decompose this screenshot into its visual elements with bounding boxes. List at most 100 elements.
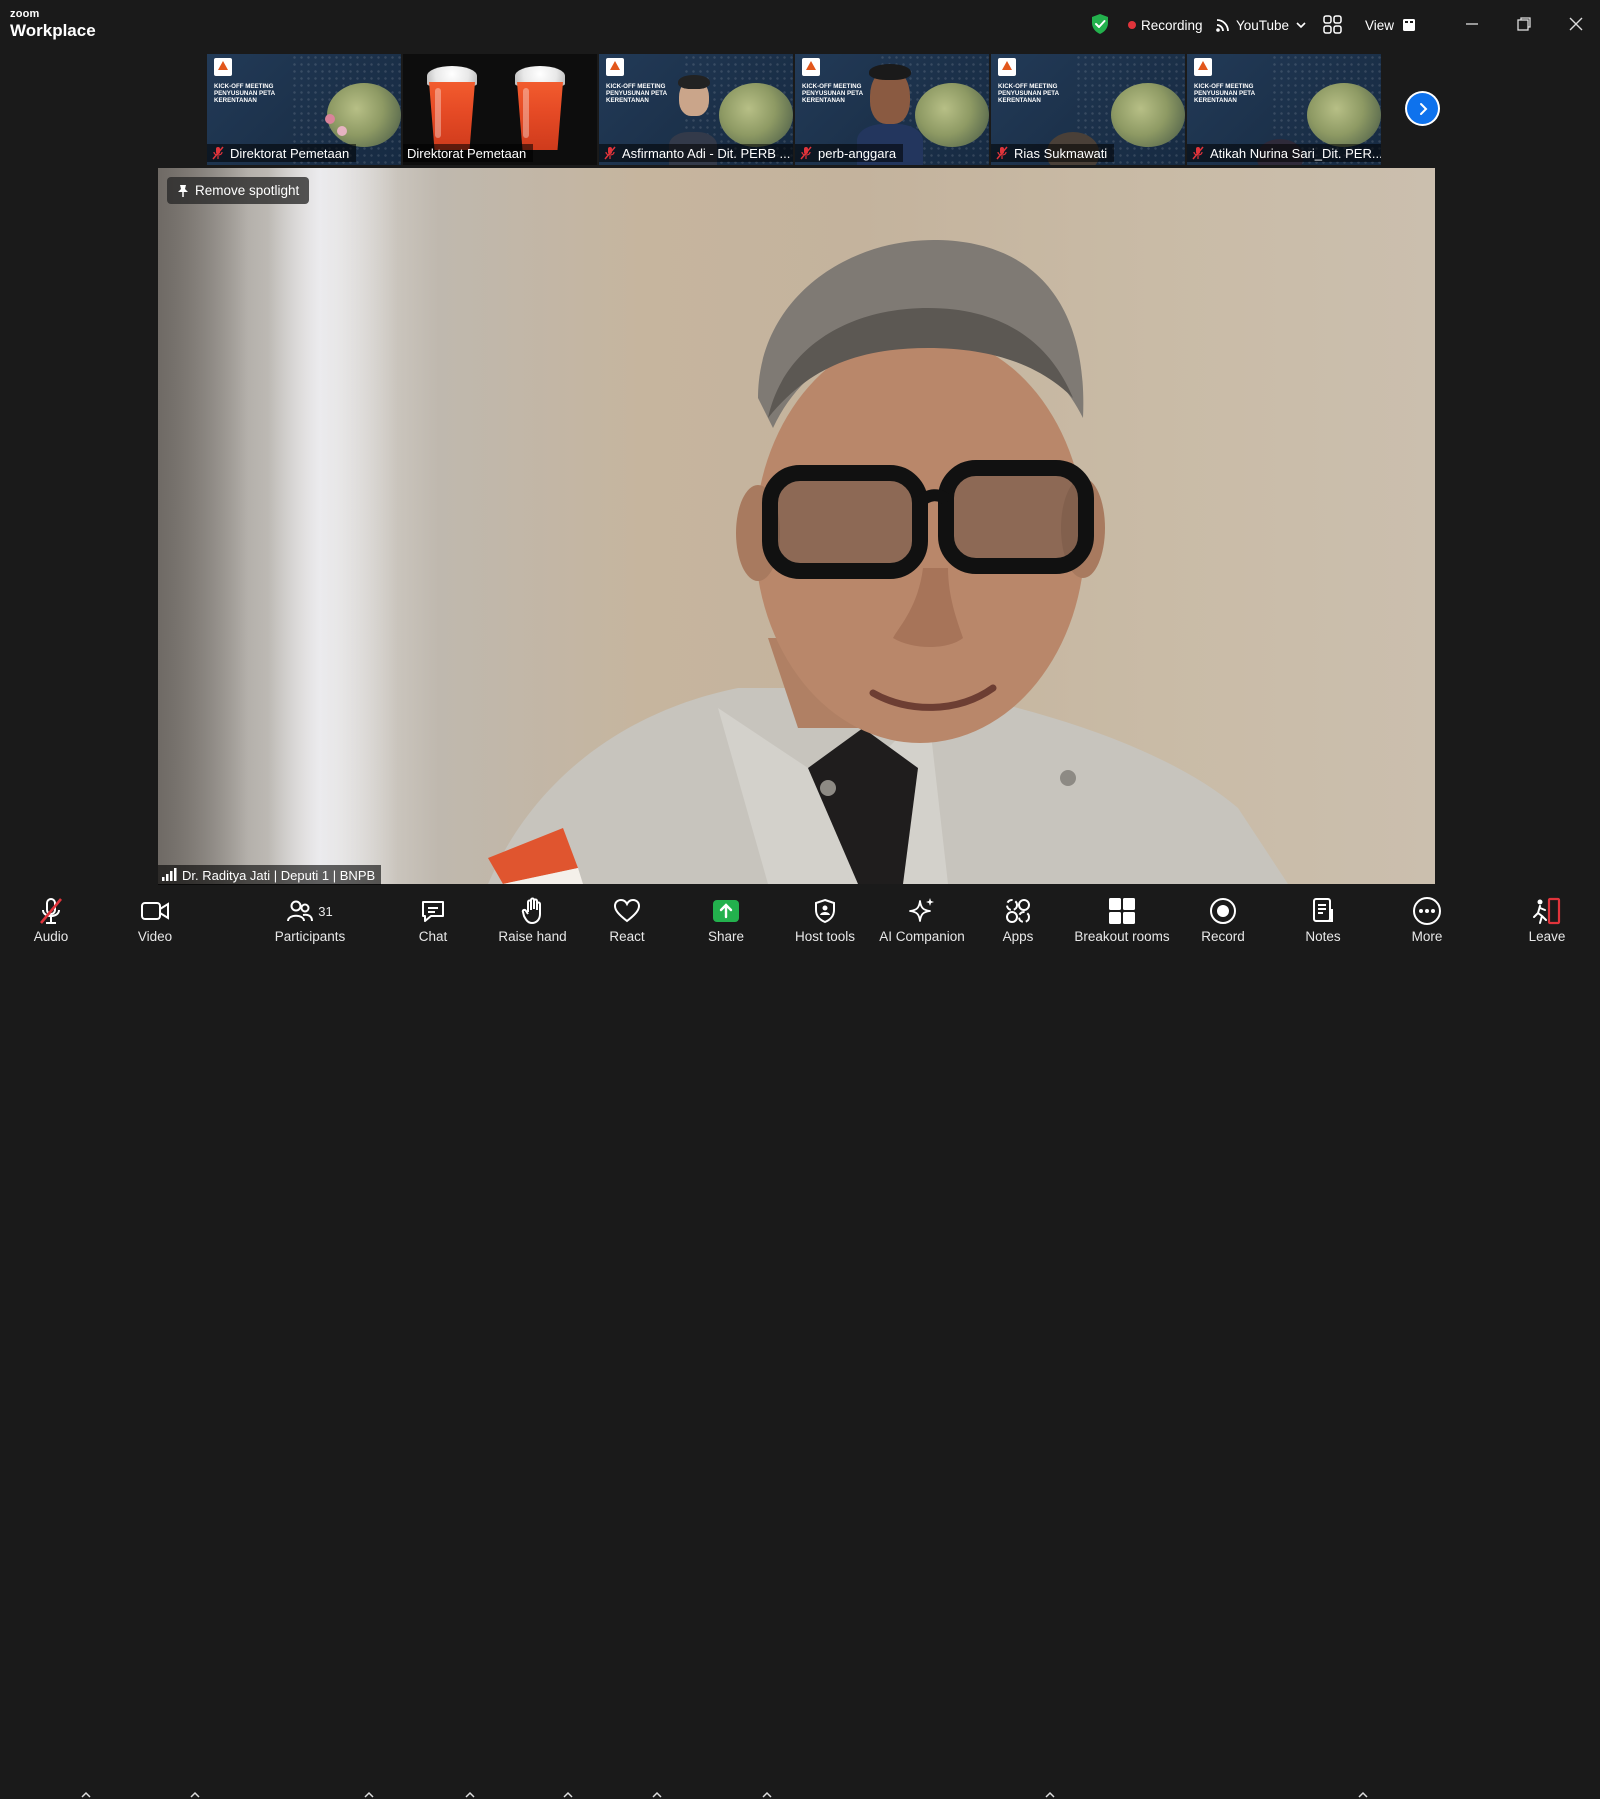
participant-thumbnail[interactable]: KICK-OFF MEETING PENYUSUNAN PETA KERENTA… [795,54,989,165]
leave-door-icon [1533,897,1561,925]
participant-thumbnail[interactable]: KICK-OFF MEETING PENYUSUNAN PETA KERENTA… [599,54,793,165]
notes-options-caret-icon[interactable] [1358,1791,1368,1799]
ai-sparkle-icon [909,898,934,922]
participant-thumbnail[interactable]: KICK-OFF MEETING PENYUSUNAN PETA KERENTA… [991,54,1185,165]
view-label: View [1365,17,1395,33]
recording-label: Recording [1141,17,1203,33]
remove-spotlight-button[interactable]: Remove spotlight [167,177,310,204]
muted-mic-icon [40,898,62,924]
host-tools-shield-icon [815,898,835,924]
remove-spotlight-label: Remove spotlight [195,183,300,198]
gallery-grid-icon[interactable] [1323,15,1342,34]
participants-icon [287,900,314,922]
video-button[interactable]: Video [130,886,180,947]
breakout-rooms-label: Breakout rooms [1074,929,1170,944]
apps-options-caret-icon[interactable] [1045,1791,1055,1799]
participant-name-tag: Rias Sukmawati [991,144,1115,162]
raise-hand-icon [521,897,541,924]
participant-thumbnail[interactable]: KICK-OFF MEETING PENYUSUNAN PETA KERENTA… [207,54,401,165]
record-icon [1210,898,1236,924]
participant-name: perb-anggara [818,145,897,161]
participant-thumbnail[interactable]: Direktorat Pemetaan [403,54,597,165]
muted-mic-icon [604,146,616,160]
view-menu-button[interactable]: View [1365,0,1416,50]
ai-companion-label: AI Companion [879,929,965,944]
zoom-logo: zoom Workplace [10,9,96,40]
share-options-caret-icon[interactable] [762,1791,772,1799]
video-options-caret-icon[interactable] [190,1791,200,1799]
host-tools-button[interactable]: Host tools [792,886,858,947]
livestream-icon [1216,19,1229,32]
leave-label: Leave [1528,929,1566,944]
record-button[interactable]: Record [1198,886,1248,947]
leave-button[interactable]: Leave [1525,886,1569,947]
participant-name-tag: Atikah Nurina Sari_Dit. PER... [1187,144,1381,162]
share-label: Share [707,929,745,944]
participant-name: Atikah Nurina Sari_Dit. PER... [1210,145,1381,161]
participant-name-tag: Direktorat Pemetaan [403,144,534,162]
recording-indicator[interactable]: Recording [1128,0,1203,50]
participant-thumbnail-strip: KICK-OFF MEETING PENYUSUNAN PETA KERENTA… [207,54,1387,165]
participant-name: Direktorat Pemetaan [230,145,350,161]
bnpb-logo-icon [802,58,820,76]
audio-options-caret-icon[interactable] [81,1791,91,1799]
react-button[interactable]: React [605,886,649,947]
participant-name: Asfirmanto Adi - Dit. PERB ... [622,145,791,161]
bnpb-logo-icon [606,58,624,76]
title-bar: zoom Workplace Recording YouTube View [0,0,1600,50]
ai-companion-button[interactable]: AI Companion [878,886,966,947]
livestream-youtube-menu[interactable]: YouTube [1215,0,1307,50]
bnpb-logo-icon [998,58,1016,76]
more-button[interactable]: More [1405,886,1449,947]
notes-label: Notes [1305,929,1341,944]
react-options-caret-icon[interactable] [652,1791,662,1799]
notes-icon [1313,898,1333,922]
heart-icon [613,898,641,923]
participants-button[interactable]: 31 Participants [265,886,355,947]
drink-image [511,66,569,152]
youtube-label: YouTube [1236,17,1290,33]
slide-title: KICK-OFF MEETING PENYUSUNAN PETA KERENTA… [1194,83,1255,105]
close-icon[interactable] [1567,15,1585,33]
spotlight-video [158,168,1435,884]
muted-mic-icon [1192,146,1204,160]
participant-name: Direktorat Pemetaan [407,145,527,161]
chat-options-caret-icon[interactable] [465,1791,475,1799]
participants-label: Participants [274,929,346,944]
pin-icon [178,184,188,197]
notes-button[interactable]: Notes [1303,886,1343,947]
view-layout-icon [1403,19,1416,31]
raise-hand-options-caret-icon[interactable] [563,1791,573,1799]
bnpb-logo-icon [214,58,232,76]
restore-icon[interactable] [1515,15,1533,33]
breakout-rooms-button[interactable]: Breakout rooms [1070,886,1174,947]
participants-options-caret-icon[interactable] [364,1791,374,1799]
speaker-video-image [488,239,1288,884]
signal-strength-icon [162,868,177,881]
raise-hand-button[interactable]: Raise hand [495,886,570,947]
encryption-shield-icon[interactable] [1090,13,1110,35]
breakout-rooms-icon [1109,898,1135,924]
share-button[interactable]: Share [705,886,747,947]
chat-bubble-icon [422,901,444,922]
participant-name: Rias Sukmawati [1014,145,1108,161]
audio-button[interactable]: Audio [22,886,80,947]
brand-workplace: Workplace [10,21,96,40]
raise-hand-label: Raise hand [498,929,567,944]
participant-thumbnail[interactable]: KICK-OFF MEETING PENYUSUNAN PETA KERENTA… [1187,54,1381,165]
next-page-button[interactable] [1405,91,1440,126]
drink-image [423,66,481,152]
slide-title: KICK-OFF MEETING PENYUSUNAN PETA KERENTA… [998,83,1059,105]
more-label: More [1411,929,1443,944]
participant-name-tag: Asfirmanto Adi - Dit. PERB ... [599,144,793,162]
muted-mic-icon [800,146,812,160]
participant-name-tag: perb-anggara [795,144,904,162]
chat-button[interactable]: Chat [412,886,454,947]
apps-button[interactable]: Apps [998,886,1038,947]
host-tools-label: Host tools [794,929,856,944]
muted-mic-icon [212,146,224,160]
meeting-controls-toolbar: Audio Video 31 Participants Chat Raise h… [0,886,1600,1798]
minimize-icon[interactable] [1463,15,1481,33]
apps-icon [1006,899,1030,923]
recording-dot-icon [1128,21,1136,29]
